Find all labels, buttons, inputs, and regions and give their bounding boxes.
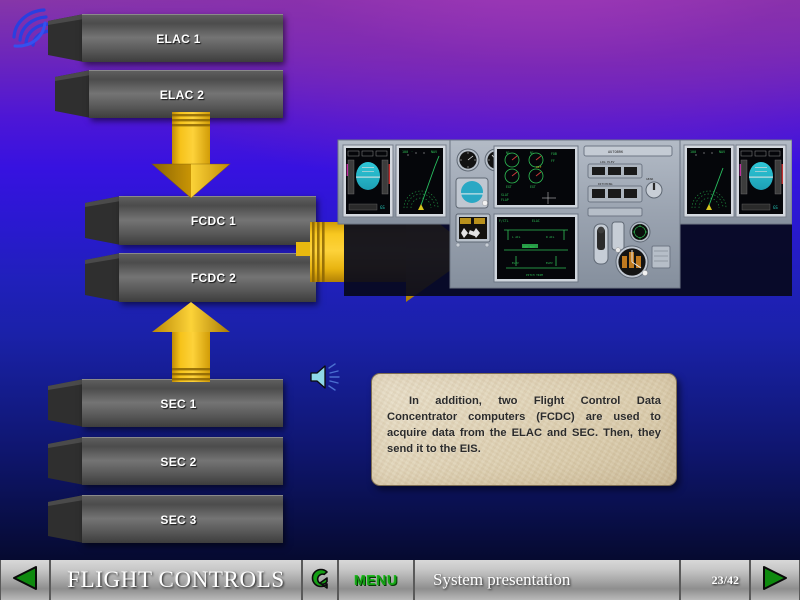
menu-button-label: MENU	[354, 572, 398, 588]
svg-text:N1: N1	[506, 151, 510, 155]
svg-text:.: .	[411, 149, 413, 153]
next-button[interactable]	[750, 560, 800, 600]
svg-text:PITCH TRIM: PITCH TRIM	[526, 273, 543, 277]
box-bevel	[48, 437, 84, 485]
svg-text:GS: GS	[773, 205, 778, 210]
computer-label: FCDC 2	[190, 271, 237, 285]
section-label: System presentation	[414, 560, 680, 600]
svg-text:DITCHING: DITCHING	[598, 182, 613, 186]
box-face: FCDC 1	[119, 196, 316, 245]
svg-text:L AIL: L AIL	[512, 235, 521, 239]
computer-label: SEC 2	[160, 454, 197, 469]
slide-title-text: FLIGHT CONTROLS	[67, 567, 285, 592]
explanation-note: In addition, two Flight Control Data Con…	[371, 373, 677, 486]
svg-text:EGT: EGT	[506, 185, 512, 189]
previous-triangle-icon	[10, 565, 40, 596]
svg-text:NAV: NAV	[431, 150, 437, 154]
svg-text:FOB: FOB	[551, 152, 557, 156]
page-counter: 23/42	[680, 560, 750, 600]
box-face: SEC 3	[82, 495, 283, 543]
eis-cockpit-panel[interactable]: GS 100. NAV N1 N1 EGT EGT FOB FF SLAT FL…	[336, 138, 793, 296]
arrow-elac-to-fcdc	[150, 112, 232, 199]
next-triangle-icon	[760, 565, 790, 596]
box-face: SEC 1	[82, 379, 283, 427]
box-bevel	[85, 196, 121, 245]
bottom-navigation-bar: FLIGHT CONTROLS MENU System presentation…	[0, 560, 800, 600]
svg-text:EGT: EGT	[530, 185, 536, 189]
return-loop-button[interactable]	[302, 560, 338, 600]
svg-text:100: 100	[690, 150, 696, 154]
computer-label: ELAC 2	[159, 87, 205, 102]
svg-text:FLAP: FLAP	[501, 198, 509, 202]
svg-text:N1: N1	[530, 151, 534, 155]
svg-text:ELEV: ELEV	[512, 261, 519, 265]
svg-text:LDG ELEV: LDG ELEV	[600, 160, 615, 164]
svg-text:AUTOBRK: AUTOBRK	[608, 150, 624, 154]
computer-label: ELAC 1	[156, 31, 201, 46]
box-face: SEC 2	[82, 437, 283, 485]
svg-text:R AIL: R AIL	[546, 235, 555, 239]
box-face: FCDC 2	[119, 253, 316, 302]
computer-box-fcdc1[interactable]: FCDC 1	[85, 196, 316, 245]
box-bevel	[48, 14, 84, 62]
box-bevel	[48, 379, 84, 427]
arrow-sec-to-fcdc	[150, 302, 232, 382]
box-bevel	[85, 253, 121, 302]
menu-button[interactable]: MENU	[338, 560, 414, 600]
box-bevel	[48, 495, 84, 543]
computer-box-sec2[interactable]: SEC 2	[48, 437, 283, 485]
box-face: ELAC 1	[82, 14, 283, 62]
computer-box-sec3[interactable]: SEC 3	[48, 495, 283, 543]
computer-box-elac1[interactable]: ELAC 1	[48, 14, 283, 62]
computer-label: SEC 3	[160, 512, 197, 527]
page-counter-text: 23/42	[711, 572, 739, 587]
svg-text:GEAR: GEAR	[646, 177, 653, 181]
speaker-icon[interactable]	[308, 362, 344, 392]
svg-text:100: 100	[402, 150, 408, 154]
box-bevel	[55, 70, 91, 118]
svg-text:F/CTL: F/CTL	[499, 219, 509, 223]
box-face: ELAC 2	[89, 70, 283, 118]
note-text: In addition, two Flight Control Data Con…	[387, 395, 661, 455]
computer-box-elac2[interactable]: ELAC 2	[55, 70, 283, 118]
svg-text:GS: GS	[380, 205, 385, 210]
svg-text:ELAC: ELAC	[532, 219, 540, 223]
svg-text:FF: FF	[551, 159, 555, 163]
svg-text:ELEV: ELEV	[546, 261, 553, 265]
section-label-text: System presentation	[433, 570, 571, 589]
previous-button[interactable]	[0, 560, 50, 600]
slide-title: FLIGHT CONTROLS	[50, 560, 302, 600]
return-loop-icon	[307, 565, 333, 596]
computer-label: SEC 1	[160, 396, 197, 411]
computer-box-sec1[interactable]: SEC 1	[48, 379, 283, 427]
slide-root: ELAC 1 ELAC 2 FCDC 1 FCDC 2 SEC 1 SEC 2 …	[0, 0, 800, 600]
svg-text:ALT: ALT	[536, 165, 542, 169]
svg-text:NAV: NAV	[719, 150, 725, 154]
computer-box-fcdc2[interactable]: FCDC 2	[85, 253, 316, 302]
computer-label: FCDC 1	[190, 214, 237, 228]
svg-text:SLAT: SLAT	[501, 193, 509, 197]
